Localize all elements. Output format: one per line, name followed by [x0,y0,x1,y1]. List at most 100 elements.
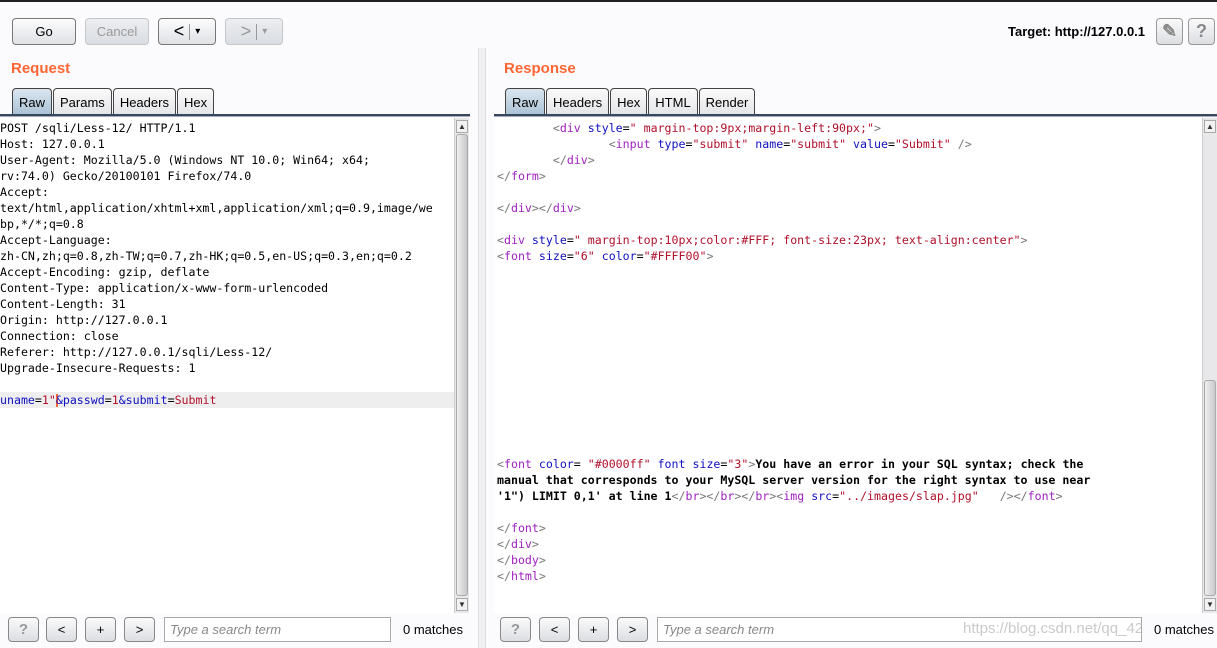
code-token: < [608,137,616,151]
code-line: </div> [497,536,1090,552]
scroll-down-icon[interactable]: ▼ [456,598,468,611]
code-token: > [1055,489,1063,503]
code-token: text/html,application/xhtml+xml,applicat… [0,201,433,215]
code-line: <font color= "#0000ff" font size="3">You… [497,456,1090,472]
search-help-button[interactable]: ? [500,617,531,642]
tab-headers[interactable]: Headers [546,88,610,115]
search-next-button[interactable]: > [124,617,155,642]
code-token: = [104,393,112,407]
tab-render[interactable]: Render [698,88,756,115]
tab-headers[interactable]: Headers [112,88,176,115]
response-text[interactable]: <div style=" margin-top:9px;margin-left:… [497,120,1090,584]
code-token: Host: 127.0.0.1 [0,137,105,151]
code-line: uname=1"&passwd=1&submit=Submit [0,392,454,408]
go-button[interactable]: Go [12,18,76,45]
code-token: User-Agent: Mozilla/5.0 (Windows NT 10.0… [0,153,370,167]
tab-hex[interactable]: Hex [610,88,648,115]
tab-raw[interactable]: Raw [505,88,546,115]
tab-html[interactable]: HTML [648,88,698,115]
code-token: < [497,457,504,471]
scroll-up-icon[interactable]: ▲ [456,120,468,133]
search-prev-button[interactable]: < [46,617,77,642]
edit-target-button[interactable]: ✎ [1156,18,1183,45]
code-token: div [566,153,588,167]
back-arrow-icon: < [173,21,185,41]
tab-params[interactable]: Params [53,88,112,115]
code-token: Upgrade-Insecure-Requests: 1 [0,361,196,375]
code-token: </ [497,553,511,567]
help-button[interactable]: ? [1188,18,1215,45]
code-line: Referer: http://127.0.0.1/sqli/Less-12/ [0,344,454,360]
code-token: </ [552,153,567,167]
code-line: Content-Length: 31 [0,296,454,312]
back-button[interactable]: < ▾ [158,18,216,45]
code-token: = [34,393,42,407]
cancel-button[interactable]: Cancel [85,18,149,45]
code-line: </div></div> [497,200,1090,216]
code-token: Content-Length: 31 [0,297,126,311]
code-token: font [1027,489,1056,503]
code-line: rv:74.0) Gecko/20100101 Firefox/74.0 [0,168,454,184]
code-token: "6" [573,249,595,263]
code-line: Accept-Encoding: gzip, deflate [0,264,454,280]
forward-button[interactable]: > ▾ [225,18,283,45]
search-help-button[interactable]: ? [8,617,39,642]
tab-hex[interactable]: Hex [176,88,215,115]
code-token: Origin: http://127.0.0.1 [0,313,168,327]
code-token: img [783,489,805,503]
code-token: </ [497,169,511,183]
code-token: > [538,553,546,567]
request-editor[interactable]: POST /sqli/Less-12/ HTTP/1.1 Host: 127.0.… [0,118,470,613]
scroll-thumb[interactable] [1204,380,1216,596]
code-line: </body> [497,552,1090,568]
code-line: </html> [497,568,1090,584]
code-line: <div style=" margin-top:9px;margin-left:… [497,120,1090,136]
request-text[interactable]: POST /sqli/Less-12/ HTTP/1.1 Host: 127.0.… [0,120,454,408]
code-line: </font> [497,520,1090,536]
pane-divider[interactable] [478,48,486,648]
search-add-button[interactable]: + [578,617,609,642]
code-line: Accept-Language: [0,232,454,248]
code-token: "submit" [790,137,847,151]
tab-raw[interactable]: Raw [12,88,53,115]
search-prev-button[interactable]: < [539,617,570,642]
scroll-down-icon[interactable]: ▼ [1204,598,1216,611]
code-token: "submit" [692,137,749,151]
dropdown-icon[interactable]: ▾ [262,26,267,37]
request-scrollbar[interactable]: ▲ ▼ [454,118,469,613]
code-token: html [510,569,539,583]
code-token: &submit [118,393,168,407]
scroll-thumb[interactable] [456,134,468,596]
code-token: manual that corresponds to your MySQL se… [497,473,1091,487]
code-token: style [531,233,567,247]
code-token: value [853,137,888,151]
search-add-button[interactable]: + [85,617,116,642]
watermark: https://blog.csdn.net/qq_42 [963,620,1144,637]
code-line: bp,*/*;q=0.8 [0,216,454,232]
code-line: Host: 127.0.0.1 [0,136,454,152]
request-search-input[interactable]: Type a search term [164,617,391,642]
scroll-up-icon[interactable]: ▲ [1204,120,1216,133]
response-scrollbar[interactable]: ▲ ▼ [1202,118,1217,613]
response-editor[interactable]: <div style=" margin-top:9px;margin-left:… [494,118,1217,613]
dropdown-icon[interactable]: ▾ [195,26,200,37]
code-token: bp,*/*;q=0.8 [0,217,84,231]
code-token: font [510,521,539,535]
code-token: </ [497,521,511,535]
code-token: rv:74.0) Gecko/20100101 Firefox/74.0 [0,169,252,183]
search-next-button[interactable]: > [617,617,648,642]
